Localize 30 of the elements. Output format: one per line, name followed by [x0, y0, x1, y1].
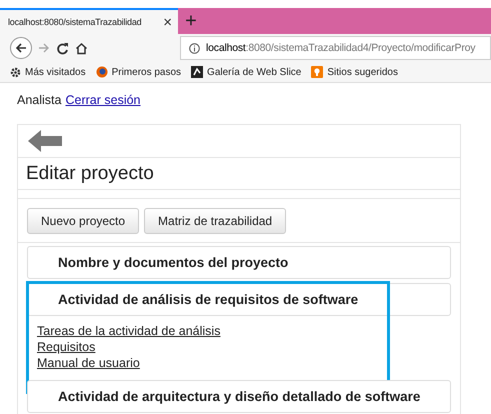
document-link[interactable]: Manual de usuario — [37, 356, 140, 370]
tab-title: localhost:8080/sistemaTrazabilidad — [8, 17, 142, 27]
bookmark-item[interactable]: Sitios sugeridos — [311, 66, 398, 78]
action-button[interactable]: Matriz de trazabilidad — [144, 208, 286, 234]
section-header[interactable]: Nombre y documentos del proyecto — [27, 246, 451, 279]
back-arrow-icon[interactable] — [28, 130, 62, 152]
gear-icon — [10, 66, 21, 78]
url-text: localhost:8080/sistemaTrazabilidad4/Proyecto/modificarProy — [206, 42, 476, 54]
back-icon[interactable] — [10, 37, 32, 59]
action-button[interactable]: Nuevo proyecto — [27, 208, 140, 234]
logout-link[interactable]: Cerrar sesión — [65, 93, 141, 107]
section-header[interactable]: Actividad de análisis de requisitos de software — [27, 283, 451, 316]
new-tab-button[interactable]: + — [178, 8, 204, 34]
bulb-icon — [311, 66, 324, 78]
document-link[interactable]: Requisitos — [37, 340, 96, 354]
user-role: Analista — [17, 93, 62, 107]
browser-tab[interactable]: localhost:8080/sistemaTrazabilidad × — [0, 8, 178, 34]
bookmark-item[interactable]: Más visitados — [10, 66, 86, 78]
address-bar[interactable]: localhost:8080/sistemaTrazabilidad4/Proyecto/modificarProy — [180, 36, 491, 60]
reload-icon[interactable] — [56, 42, 69, 54]
bookmark-item[interactable]: Galería de Web Slice — [191, 66, 302, 78]
globe-icon — [96, 66, 108, 78]
slice-icon — [191, 66, 204, 78]
bookmark-item[interactable]: Primeros pasos — [96, 66, 182, 78]
document-link[interactable]: Tareas de la actividad de análisis — [37, 324, 220, 338]
home-icon[interactable] — [75, 42, 88, 54]
page-title: Editar proyecto — [18, 158, 460, 190]
section-header[interactable]: Actividad de arquitectura y diseño detallado de software — [27, 380, 451, 413]
info-icon — [189, 42, 200, 54]
close-tab-button[interactable]: × — [163, 14, 172, 30]
